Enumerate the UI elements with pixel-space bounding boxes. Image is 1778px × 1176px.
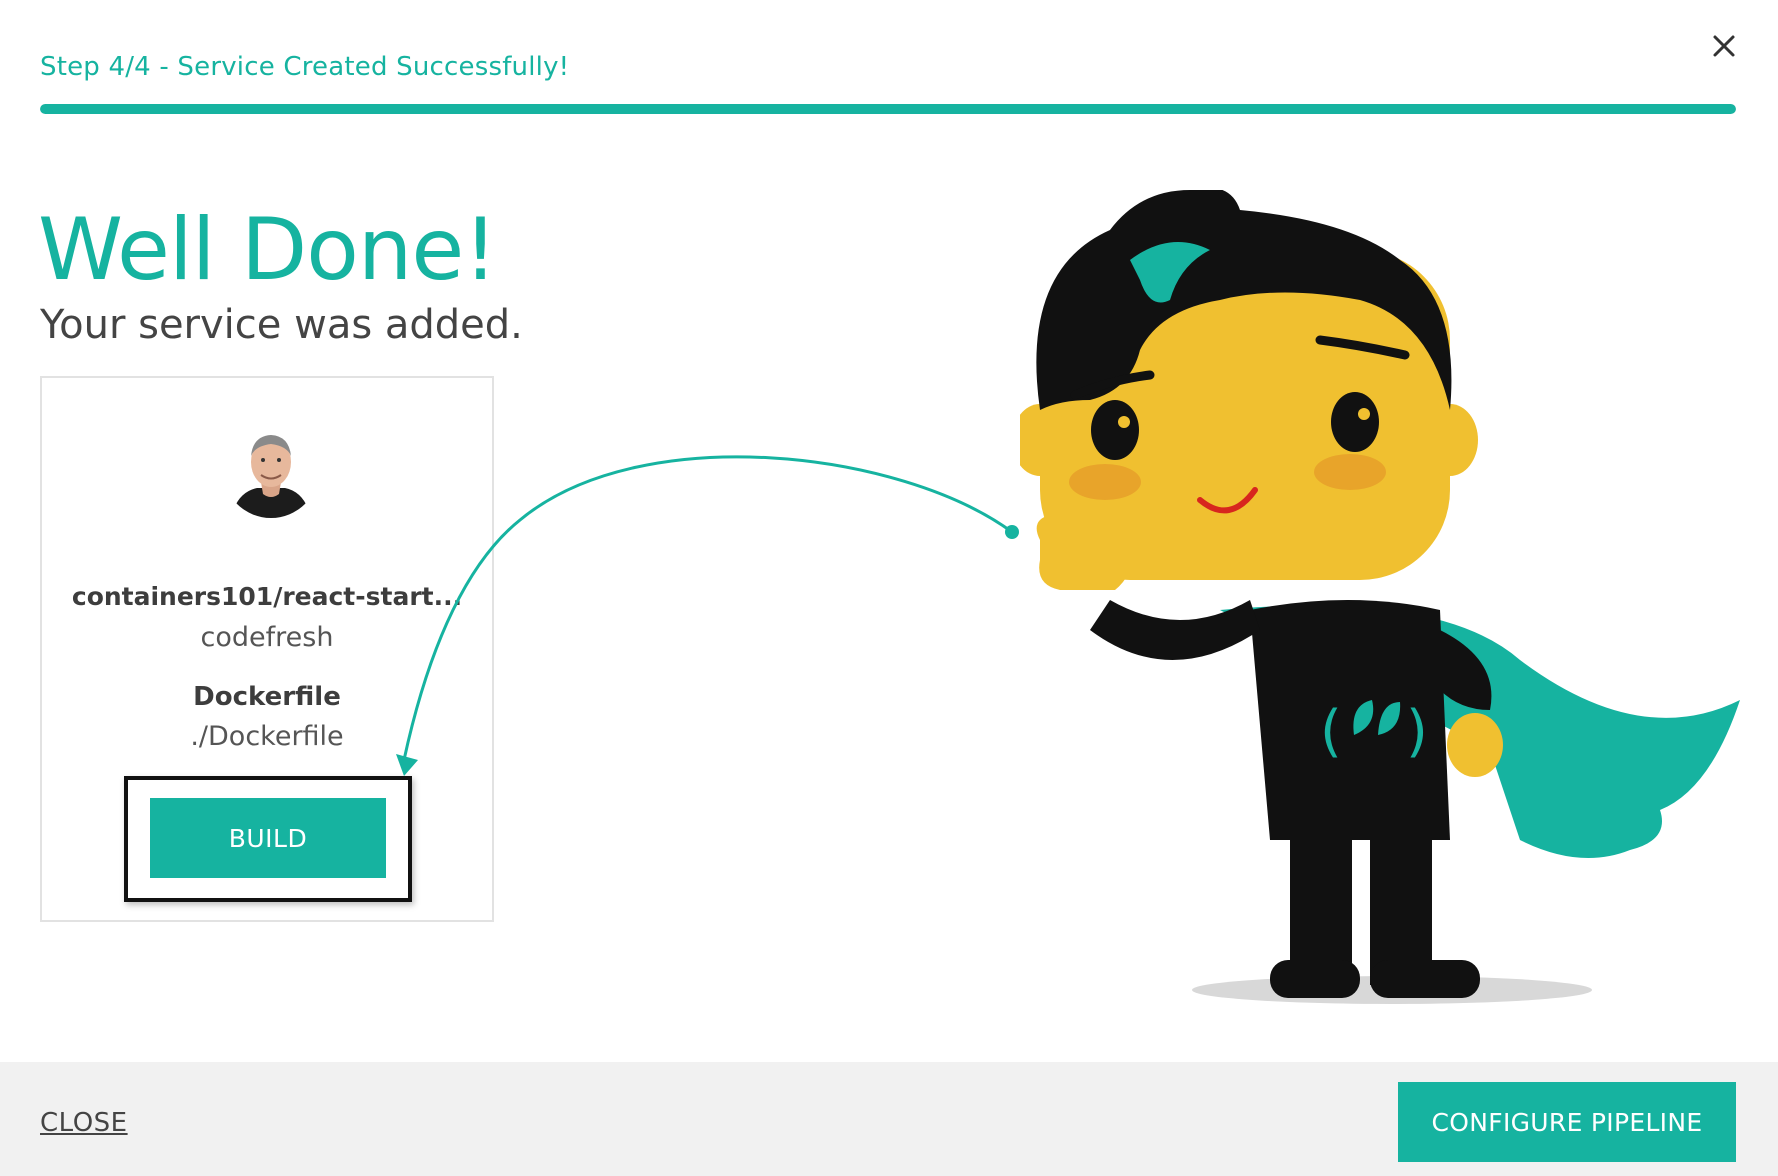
svg-text:): ) [1406,699,1428,764]
close-icon[interactable] [1708,30,1740,62]
dockerfile-path: ./Dockerfile [190,721,344,752]
hero-title: Well Done! [38,200,498,300]
mascot-illustration: ( ) [1012,187,1760,1020]
avatar [223,422,319,518]
svg-text:(: ( [1320,699,1342,764]
progress-fill [40,104,1736,114]
footer-bar: CLOSE CONFIGURE PIPELINE [0,1062,1778,1176]
progress-bar [40,104,1736,114]
repo-owner: codefresh [200,622,334,653]
step-title: Step 4/4 - Service Created Successfully! [40,52,570,82]
build-button[interactable]: BUILD [150,798,386,878]
close-link[interactable]: CLOSE [40,1108,128,1138]
hero-subtitle: Your service was added. [40,302,523,348]
repo-name: containers101/react-start... [71,582,463,611]
dockerfile-label: Dockerfile [193,682,341,712]
service-card: containers101/react-start... codefresh D… [40,376,494,922]
configure-pipeline-button[interactable]: CONFIGURE PIPELINE [1398,1082,1736,1162]
